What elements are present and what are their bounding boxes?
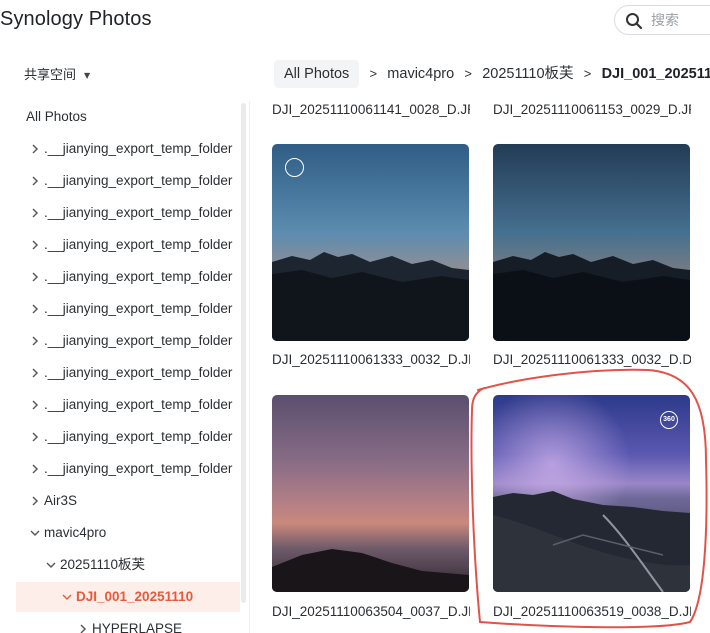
tree-item[interactable]: .__jianying_export_temp_folder (16, 390, 240, 420)
chevron-right-icon[interactable] (28, 230, 42, 260)
photo-caption[interactable]: DJI_20251110061333_0032_D.DNG (493, 352, 691, 367)
select-checkbox[interactable] (285, 158, 304, 177)
photo-caption[interactable]: DJI_20251110061333_0032_D.JPG (272, 352, 470, 367)
chevron-right-icon[interactable] (28, 358, 42, 388)
breadcrumb-item-mavic4pro[interactable]: mavic4pro (387, 60, 454, 88)
breadcrumb-item-current: DJI_001_20251110 (601, 66, 710, 82)
search-box[interactable] (614, 5, 710, 35)
tree-item[interactable]: .__jianying_export_temp_folder (16, 166, 240, 196)
tree-item[interactable]: .__jianying_export_temp_folder (16, 422, 240, 452)
tree-item-label: .__jianying_export_temp_folder (44, 301, 233, 316)
tree-item-label: .__jianying_export_temp_folder (44, 397, 233, 412)
photo-caption[interactable]: DJI_20251110063504_0037_D.JPG (272, 604, 470, 619)
tree-item-label: All Photos (26, 109, 87, 124)
chevron-right-icon[interactable] (28, 390, 42, 420)
tree-item[interactable]: .__jianying_export_temp_folder (16, 230, 240, 260)
tree-item-label: .__jianying_export_temp_folder (44, 461, 233, 476)
chevron-right-icon[interactable] (28, 198, 42, 228)
tree-item[interactable]: .__jianying_export_temp_folder (16, 294, 240, 324)
chevron-right-icon[interactable] (28, 326, 42, 356)
tree-item-label: HYPERLAPSE (92, 621, 183, 633)
tree-item[interactable]: HYPERLAPSE (16, 614, 240, 633)
photo-thumbnail[interactable]: 360 (493, 395, 690, 592)
tree-item[interactable]: .__jianying_export_temp_folder (16, 358, 240, 388)
chevron-right-icon[interactable] (28, 294, 42, 324)
tree-item-label: .__jianying_export_temp_folder (44, 365, 233, 380)
chevron-right-icon[interactable] (76, 614, 90, 633)
caret-down-icon: ▼ (84, 71, 91, 80)
space-selector[interactable]: 共享空间 ▼ (24, 64, 90, 83)
tree-item-label: .__jianying_export_temp_folder (44, 237, 233, 252)
photo-caption[interactable]: DJI_20251110063519_0038_D.JPG (493, 604, 691, 619)
space-selector-label: 共享空间 (24, 68, 77, 83)
chevron-right-icon: > (583, 66, 592, 81)
tree-item-label: .__jianying_export_temp_folder (44, 269, 233, 284)
breadcrumb-item-date-folder[interactable]: 20251110板芙 (482, 60, 573, 88)
chevron-right-icon[interactable] (28, 422, 42, 452)
search-icon (625, 12, 643, 30)
tree-item[interactable]: .__jianying_export_temp_folder (16, 198, 240, 228)
tree-item[interactable]: .__jianying_export_temp_folder (16, 262, 240, 292)
photo-caption[interactable]: DJI_20251110061153_0029_D.JPG (493, 102, 691, 117)
tree-item[interactable]: .__jianying_export_temp_folder (16, 326, 240, 356)
chevron-down-icon[interactable] (28, 518, 42, 548)
tree-item-label: Air3S (44, 493, 78, 508)
photo-thumbnail[interactable] (272, 144, 469, 341)
photo-thumbnail[interactable] (493, 144, 690, 341)
tree-item-label: .__jianying_export_temp_folder (44, 333, 233, 348)
tree-item-current-folder[interactable]: DJI_001_20251110 (16, 582, 240, 612)
chevron-right-icon[interactable] (28, 134, 42, 164)
sidebar-scrollbar[interactable] (241, 103, 246, 603)
tree-item-label: .__jianying_export_temp_folder (44, 205, 233, 220)
tree-item-label: .__jianying_export_temp_folder (44, 173, 233, 188)
breadcrumb-item-all-photos[interactable]: All Photos (274, 60, 360, 88)
chevron-right-icon: > (369, 66, 378, 81)
chevron-right-icon: > (464, 66, 472, 81)
tree-item[interactable]: Air3S (16, 486, 240, 516)
breadcrumb: All Photos > mavic4pro >20251110板芙 > DJI_001_… (274, 60, 710, 88)
chevron-right-icon[interactable] (28, 454, 42, 484)
chevron-down-icon[interactable] (44, 550, 58, 580)
app-title: Synology Photos (0, 8, 152, 30)
photo-caption[interactable]: DJI_20251110061141_0028_D.JPG (272, 102, 470, 117)
tree-item-label: mavic4pro (44, 525, 107, 540)
tree-item[interactable]: .__jianying_export_temp_folder (16, 134, 240, 164)
tree-item[interactable]: 20251110板芙 (16, 550, 240, 580)
chevron-right-icon[interactable] (28, 486, 42, 516)
tree-item[interactable]: .__jianying_export_temp_folder (16, 454, 240, 484)
tree-item-label: DJI_001_20251110 (76, 589, 194, 604)
tree-item-label: .__jianying_export_temp_folder (44, 141, 233, 156)
chevron-right-icon[interactable] (28, 166, 42, 196)
chevron-down-icon[interactable] (60, 582, 74, 612)
tree-item-label: .__jianying_export_temp_folder (44, 429, 233, 444)
tree-item-all-photos[interactable]: All Photos (16, 102, 240, 132)
360-badge-icon: 360 (660, 411, 678, 429)
tree-item[interactable]: mavic4pro (16, 518, 240, 548)
chevron-right-icon[interactable] (28, 262, 42, 292)
tree-item-label: 20251110板芙 (60, 557, 146, 572)
search-input[interactable] (651, 11, 710, 31)
photo-thumbnail[interactable] (272, 395, 469, 592)
folder-tree: All Photos .__jianying_export_temp_folde… (0, 101, 250, 633)
